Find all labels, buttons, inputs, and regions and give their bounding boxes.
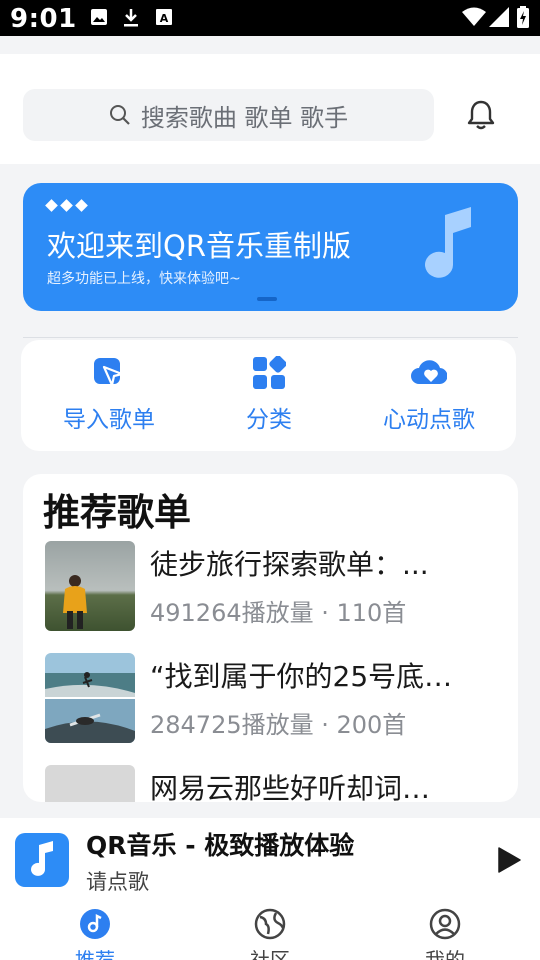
wifi-icon (462, 7, 486, 26)
svg-text:A: A (160, 12, 169, 25)
notification-bell-icon[interactable] (464, 98, 498, 132)
playlist-cover (45, 541, 135, 631)
tab-community[interactable]: 社区 (210, 908, 330, 960)
tab-recommend[interactable]: 推荐 (35, 908, 155, 960)
font-icon: A (156, 9, 172, 25)
bottom-nav: 推荐 社区 我的 (0, 900, 540, 960)
music-disc-icon (80, 909, 110, 939)
welcome-banner[interactable]: 欢迎来到QR音乐重制版 超多功能已上线，快来体验吧~ (23, 183, 518, 311)
playlist-cover (45, 765, 135, 802)
music-note-icon (425, 207, 471, 278)
image-icon (91, 9, 107, 25)
playlist-name: “找到属于你的25号底… (150, 660, 453, 693)
playlist-meta: 284725播放量 · 200首 (150, 711, 407, 739)
playlist-name: 徒步旅行探索歌单：... (150, 548, 429, 581)
search-placeholder: 搜索歌曲 歌单 歌手 (140, 103, 349, 132)
player-subtitle: 请点歌 (86, 870, 149, 894)
banner-subtitle: 超多功能已上线，快来体验吧~ (47, 271, 241, 287)
import-cursor-icon (94, 358, 124, 387)
tab-label: 推荐 (75, 948, 115, 960)
player-title: QR音乐 - 极致播放体验 (86, 831, 355, 860)
shortcut-label: 导入歌单 (63, 407, 155, 433)
search-bar[interactable]: 搜索歌曲 歌单 歌手 (23, 89, 434, 141)
divider (23, 337, 518, 338)
tab-label: 我的 (425, 948, 465, 960)
playlist-item[interactable]: 网易云那些好听却词… (45, 765, 505, 802)
signal-icon (489, 7, 509, 27)
shortcut-import-playlist[interactable]: 导入歌单 (29, 356, 189, 434)
banner-page-indicator (257, 297, 277, 301)
user-icon (429, 908, 461, 940)
decorative-dots (45, 199, 88, 212)
banner-title: 欢迎来到QR音乐重制版 (47, 229, 351, 263)
shortcut-label: 心动点歌 (383, 407, 475, 433)
globe-icon (254, 908, 286, 940)
shortcut-panel: 导入歌单 分类 心动点歌 (21, 340, 516, 451)
playlist-item[interactable]: 徒步旅行探索歌单：... 491264播放量 · 110首 (45, 541, 505, 631)
shortcut-category[interactable]: 分类 (189, 356, 349, 434)
category-grid-icon (253, 356, 286, 389)
shortcut-label: 分类 (246, 407, 292, 433)
recommend-section: 推荐歌单 徒步旅行探索歌单：... 491264播放量 · 110首 “找到属于… (23, 474, 518, 802)
tab-label: 社区 (250, 948, 290, 960)
status-time: 9:01 (10, 4, 77, 34)
status-bar: 9:01 A (0, 0, 540, 36)
search-icon (109, 105, 130, 125)
play-icon[interactable] (497, 847, 521, 873)
heart-cloud-icon (411, 360, 447, 385)
tab-mine[interactable]: 我的 (385, 908, 505, 960)
mini-player[interactable]: QR音乐 - 极致播放体验 请点歌 (0, 818, 540, 900)
playlist-item[interactable]: “找到属于你的25号底… 284725播放量 · 200首 (45, 653, 505, 743)
music-note-icon (31, 841, 53, 876)
section-title: 推荐歌单 (43, 491, 191, 534)
download-icon (124, 9, 138, 27)
shortcut-heart-song[interactable]: 心动点歌 (349, 356, 509, 434)
top-header: 搜索歌曲 歌单 歌手 (0, 54, 540, 164)
player-cover (15, 833, 69, 887)
battery-charging-icon (517, 6, 529, 28)
playlist-meta: 491264播放量 · 110首 (150, 599, 407, 627)
playlist-name: 网易云那些好听却词… (150, 772, 431, 802)
playlist-cover (45, 653, 135, 743)
